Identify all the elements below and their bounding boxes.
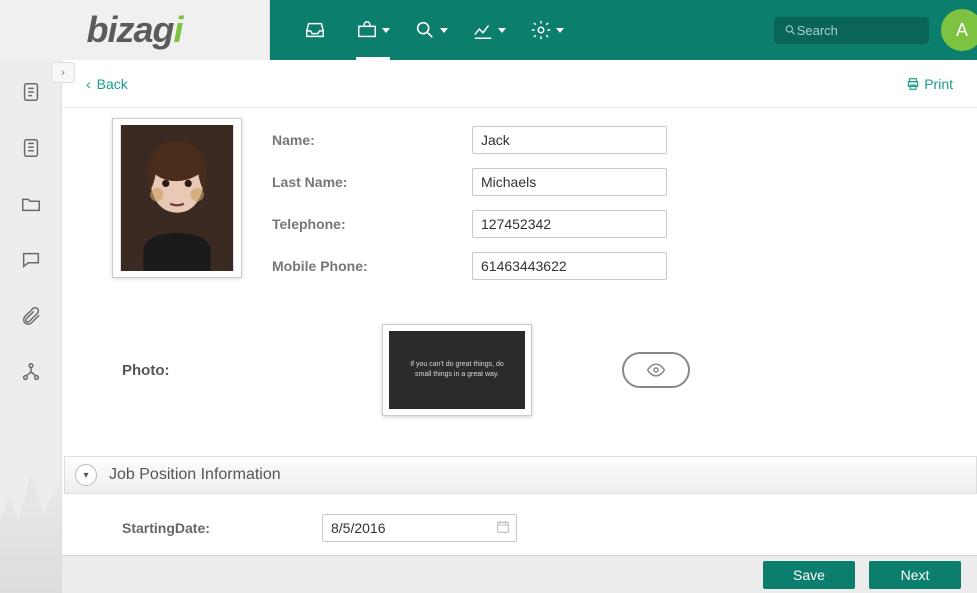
chart-icon <box>472 19 494 41</box>
analytics-button[interactable] <box>464 0 514 60</box>
search-nav-button[interactable] <box>406 0 456 60</box>
lastname-input[interactable] <box>472 168 667 196</box>
portrait-placeholder-icon <box>119 125 235 271</box>
rail-log-icon[interactable] <box>19 136 43 160</box>
app-logo: bizagi <box>86 9 182 51</box>
main-content: Name: Last Name: Telephone: Mobile Phone… <box>62 108 977 555</box>
top-bar: bizagi A <box>0 0 977 60</box>
thumb-caption: If you can't do great things, do small t… <box>410 360 504 380</box>
rail-comments-icon[interactable] <box>19 248 43 272</box>
magnifier-icon <box>414 19 436 41</box>
save-button[interactable]: Save <box>763 561 855 589</box>
portrait-photo <box>112 118 242 278</box>
sub-header: ‹ Back Print <box>62 60 977 108</box>
briefcase-icon <box>356 19 378 41</box>
photo-thumbnail: If you can't do great things, do small t… <box>382 324 532 416</box>
expand-rail-button[interactable]: › <box>51 62 75 83</box>
rail-process-icon[interactable] <box>19 360 43 384</box>
chevron-down-icon <box>382 28 390 33</box>
mobile-label: Mobile Phone: <box>272 258 472 274</box>
gear-icon <box>530 19 552 41</box>
name-input[interactable] <box>472 126 667 154</box>
inbox-button[interactable] <box>290 0 340 60</box>
telephone-input[interactable] <box>472 210 667 238</box>
mobile-input[interactable] <box>472 252 667 280</box>
rail-background <box>0 433 62 593</box>
section-title: Job Position Information <box>109 466 281 484</box>
print-icon <box>906 77 920 91</box>
section-toggle[interactable]: ▾ <box>75 464 97 486</box>
cases-button[interactable] <box>348 0 398 60</box>
left-rail: › <box>0 60 62 593</box>
search-input[interactable] <box>797 23 919 38</box>
job-fields: StartingDate: Job Description : Sales Re… <box>122 494 957 555</box>
chevron-down-icon <box>556 28 564 33</box>
startingdate-input[interactable] <box>322 514 517 542</box>
chevron-left-icon: ‹ <box>86 76 91 92</box>
preview-button[interactable] <box>622 352 690 388</box>
print-button[interactable]: Print <box>906 76 953 92</box>
next-button[interactable]: Next <box>869 561 961 589</box>
logo-zone: bizagi <box>0 0 270 60</box>
settings-button[interactable] <box>522 0 572 60</box>
calendar-icon[interactable] <box>495 519 511 540</box>
footer-bar: Save Next <box>62 555 977 593</box>
section-job-position: ▾ Job Position Information <box>64 456 977 494</box>
personal-fields: Name: Last Name: Telephone: Mobile Phone… <box>272 118 957 294</box>
search-icon <box>784 23 797 37</box>
photo-label: Photo: <box>122 362 322 379</box>
eye-icon <box>646 360 666 380</box>
chevron-down-icon <box>498 28 506 33</box>
lastname-label: Last Name: <box>272 174 472 190</box>
avatar[interactable]: A <box>941 9 977 51</box>
search-box[interactable] <box>774 17 929 44</box>
telephone-label: Telephone: <box>272 216 472 232</box>
name-label: Name: <box>272 132 472 148</box>
top-nav: A <box>270 0 977 60</box>
rail-summary-icon[interactable] <box>19 80 43 104</box>
search-area: A <box>774 9 977 51</box>
back-button[interactable]: ‹ Back <box>86 76 128 92</box>
rail-attach-icon[interactable] <box>19 304 43 328</box>
startingdate-label: StartingDate: <box>122 520 322 536</box>
back-label: Back <box>97 76 128 92</box>
rail-folder-icon[interactable] <box>19 192 43 216</box>
inbox-icon <box>304 19 326 41</box>
print-label: Print <box>924 76 953 92</box>
chevron-down-icon <box>440 28 448 33</box>
